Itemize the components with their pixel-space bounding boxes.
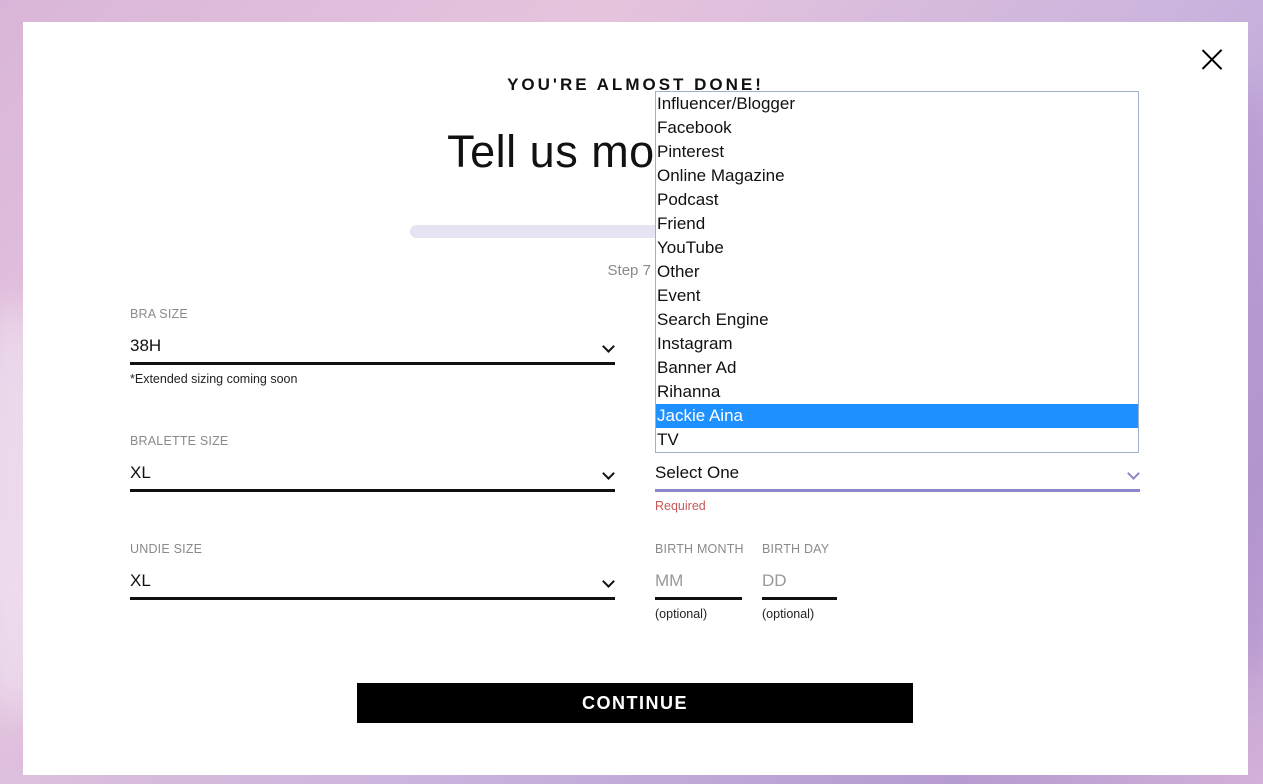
dropdown-option[interactable]: TV [656, 428, 1138, 452]
dropdown-option[interactable]: Facebook [656, 116, 1138, 140]
chevron-down-icon [1127, 467, 1140, 480]
bra-size-helper: *Extended sizing coming soon [130, 372, 298, 386]
chevron-down-icon [602, 340, 615, 353]
referral-source-select[interactable]: Select One [655, 455, 1140, 492]
dropdown-option-highlighted[interactable]: Jackie Aina [656, 404, 1138, 428]
birth-day-field [762, 563, 837, 600]
dropdown-option[interactable]: Podcast [656, 188, 1138, 212]
bra-size-select[interactable]: 38H [130, 328, 615, 365]
chevron-down-icon [602, 575, 615, 588]
birth-month-input[interactable] [655, 571, 742, 591]
undie-size-select[interactable]: XL [130, 563, 615, 600]
bra-size-value: 38H [130, 336, 162, 355]
undie-size-label: UNDIE SIZE [130, 542, 203, 556]
bralette-size-label: BRALETTE SIZE [130, 434, 229, 448]
birth-month-helper: (optional) [655, 607, 708, 621]
dropdown-option[interactable]: Rihanna [656, 380, 1138, 404]
signup-modal: YOU'RE ALMOST DONE! Tell us more about S… [23, 22, 1248, 775]
referral-source-value: Select One [655, 463, 740, 482]
dropdown-option[interactable]: Banner Ad [656, 356, 1138, 380]
dropdown-option[interactable]: Event [656, 284, 1138, 308]
dropdown-option[interactable]: Search Engine [656, 308, 1138, 332]
birth-day-input[interactable] [762, 571, 837, 591]
birth-month-label: BIRTH MONTH [655, 542, 744, 556]
dropdown-option[interactable]: Other [656, 260, 1138, 284]
close-icon[interactable] [1197, 44, 1227, 74]
dropdown-option[interactable]: Friend [656, 212, 1138, 236]
continue-button[interactable]: CONTINUE [357, 683, 913, 723]
dropdown-option[interactable]: Online Magazine [656, 164, 1138, 188]
bralette-size-select[interactable]: XL [130, 455, 615, 492]
bralette-size-value: XL [130, 463, 151, 482]
bra-size-label: BRA SIZE [130, 307, 188, 321]
dropdown-option[interactable]: YouTube [656, 236, 1138, 260]
undie-size-value: XL [130, 571, 151, 590]
birth-month-field [655, 563, 742, 600]
dropdown-option[interactable]: Instagram [656, 332, 1138, 356]
referral-error-message: Required [655, 499, 706, 513]
dropdown-option[interactable]: Influencer/Blogger [656, 92, 1138, 116]
dropdown-option[interactable]: Pinterest [656, 140, 1138, 164]
chevron-down-icon [602, 467, 615, 480]
progress-fill [410, 225, 635, 238]
referral-dropdown-list[interactable]: Influencer/Blogger Facebook Pinterest On… [655, 91, 1139, 453]
birth-day-helper: (optional) [762, 607, 815, 621]
birth-day-label: BIRTH DAY [762, 542, 830, 556]
